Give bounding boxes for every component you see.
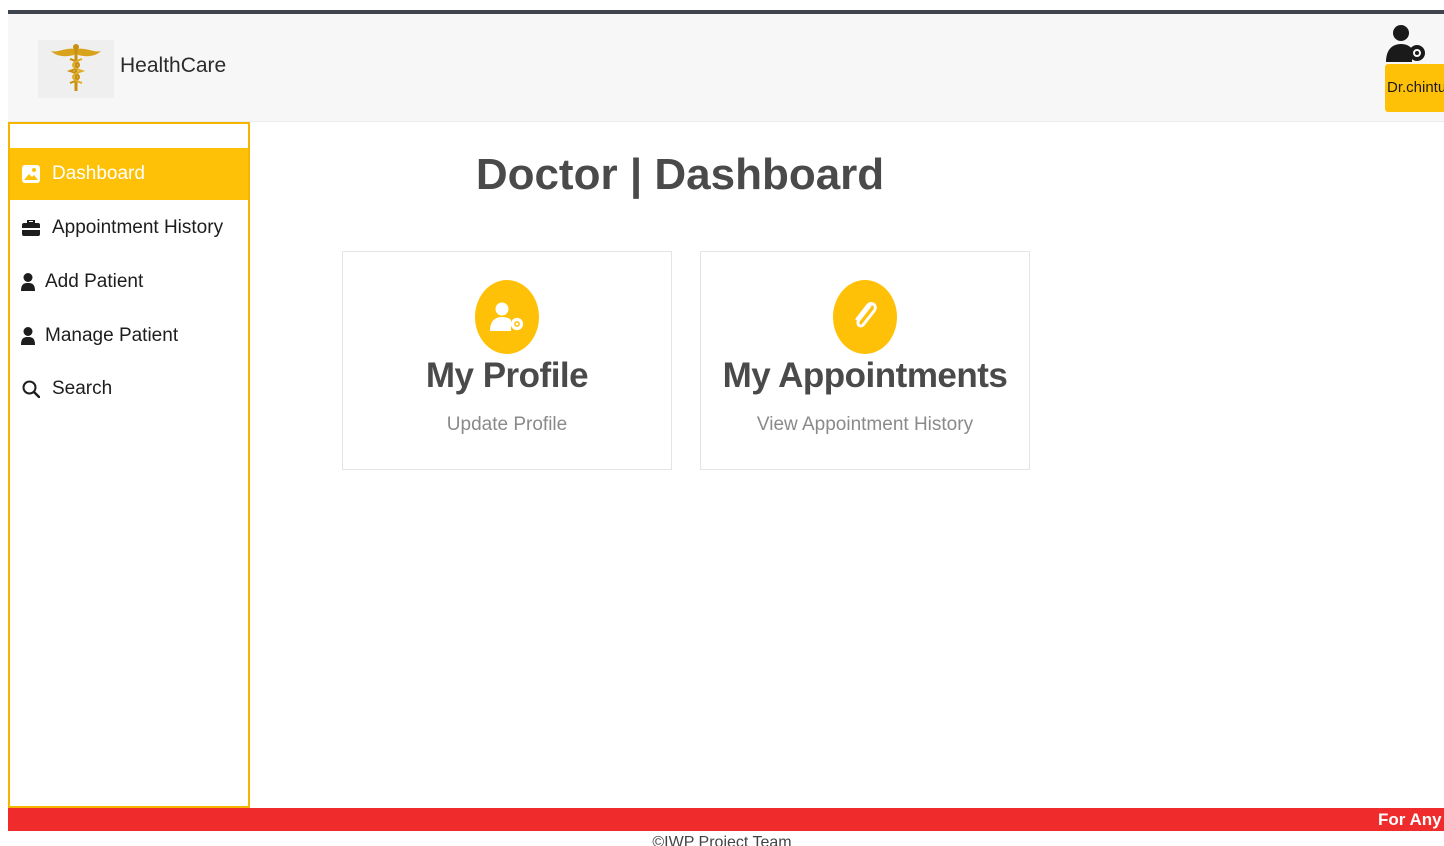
sidebar-item-label: Appointment History — [52, 217, 224, 238]
sidebar-item-label: Add Patient — [45, 271, 144, 292]
sidebar-item-manage-patient[interactable]: Manage Patient — [10, 310, 248, 362]
brand-name: HealthCare — [120, 54, 227, 77]
user-gear-icon — [490, 302, 524, 331]
user-menu-button[interactable]: Dr.chintu — [1385, 64, 1444, 112]
copyright-text: ©IWP Project Team — [652, 834, 792, 846]
marquee-text: For Any enquiry — [1378, 810, 1444, 829]
sidebar-item-label: Dashboard — [52, 163, 145, 184]
sidebar-item-label: Search — [52, 378, 113, 399]
sidebar-item-dashboard[interactable]: Dashboard — [10, 148, 248, 200]
page-title: Doctor | Dashboard — [475, 150, 885, 199]
card-my-profile[interactable]: My Profile Update Profile — [342, 251, 672, 470]
sidebar: Dashboard Appointment History Add Patien… — [8, 122, 250, 808]
user-gear-icon[interactable] — [1384, 24, 1428, 64]
card-icon-circle — [475, 280, 539, 354]
briefcase-icon — [20, 217, 42, 239]
sidebar-item-add-patient[interactable]: Add Patient — [10, 256, 248, 308]
header: HealthCare Dr.chintu — [8, 14, 1444, 122]
card-icon-circle — [833, 280, 897, 354]
paperclip-icon — [855, 302, 877, 328]
image-icon — [20, 163, 42, 185]
card-title: My Appointments — [722, 356, 1008, 395]
user-icon — [20, 325, 36, 347]
card-title: My Profile — [425, 356, 589, 395]
sidebar-item-appointment-history[interactable]: Appointment History — [10, 202, 248, 254]
footer-marquee-bar: For Any enquiry — [8, 808, 1444, 831]
sidebar-item-search[interactable]: Search — [10, 363, 248, 415]
card-my-appointments[interactable]: My Appointments View Appointment History — [700, 251, 1030, 470]
card-subtitle[interactable]: View Appointment History — [701, 414, 1029, 436]
search-icon — [20, 378, 42, 400]
user-icon — [20, 271, 36, 293]
card-subtitle[interactable]: Update Profile — [343, 414, 671, 436]
caduceus-icon — [51, 44, 101, 91]
user-name: Dr.chintu — [1387, 79, 1444, 96]
sidebar-item-label: Manage Patient — [45, 325, 179, 346]
logo[interactable] — [38, 40, 114, 98]
